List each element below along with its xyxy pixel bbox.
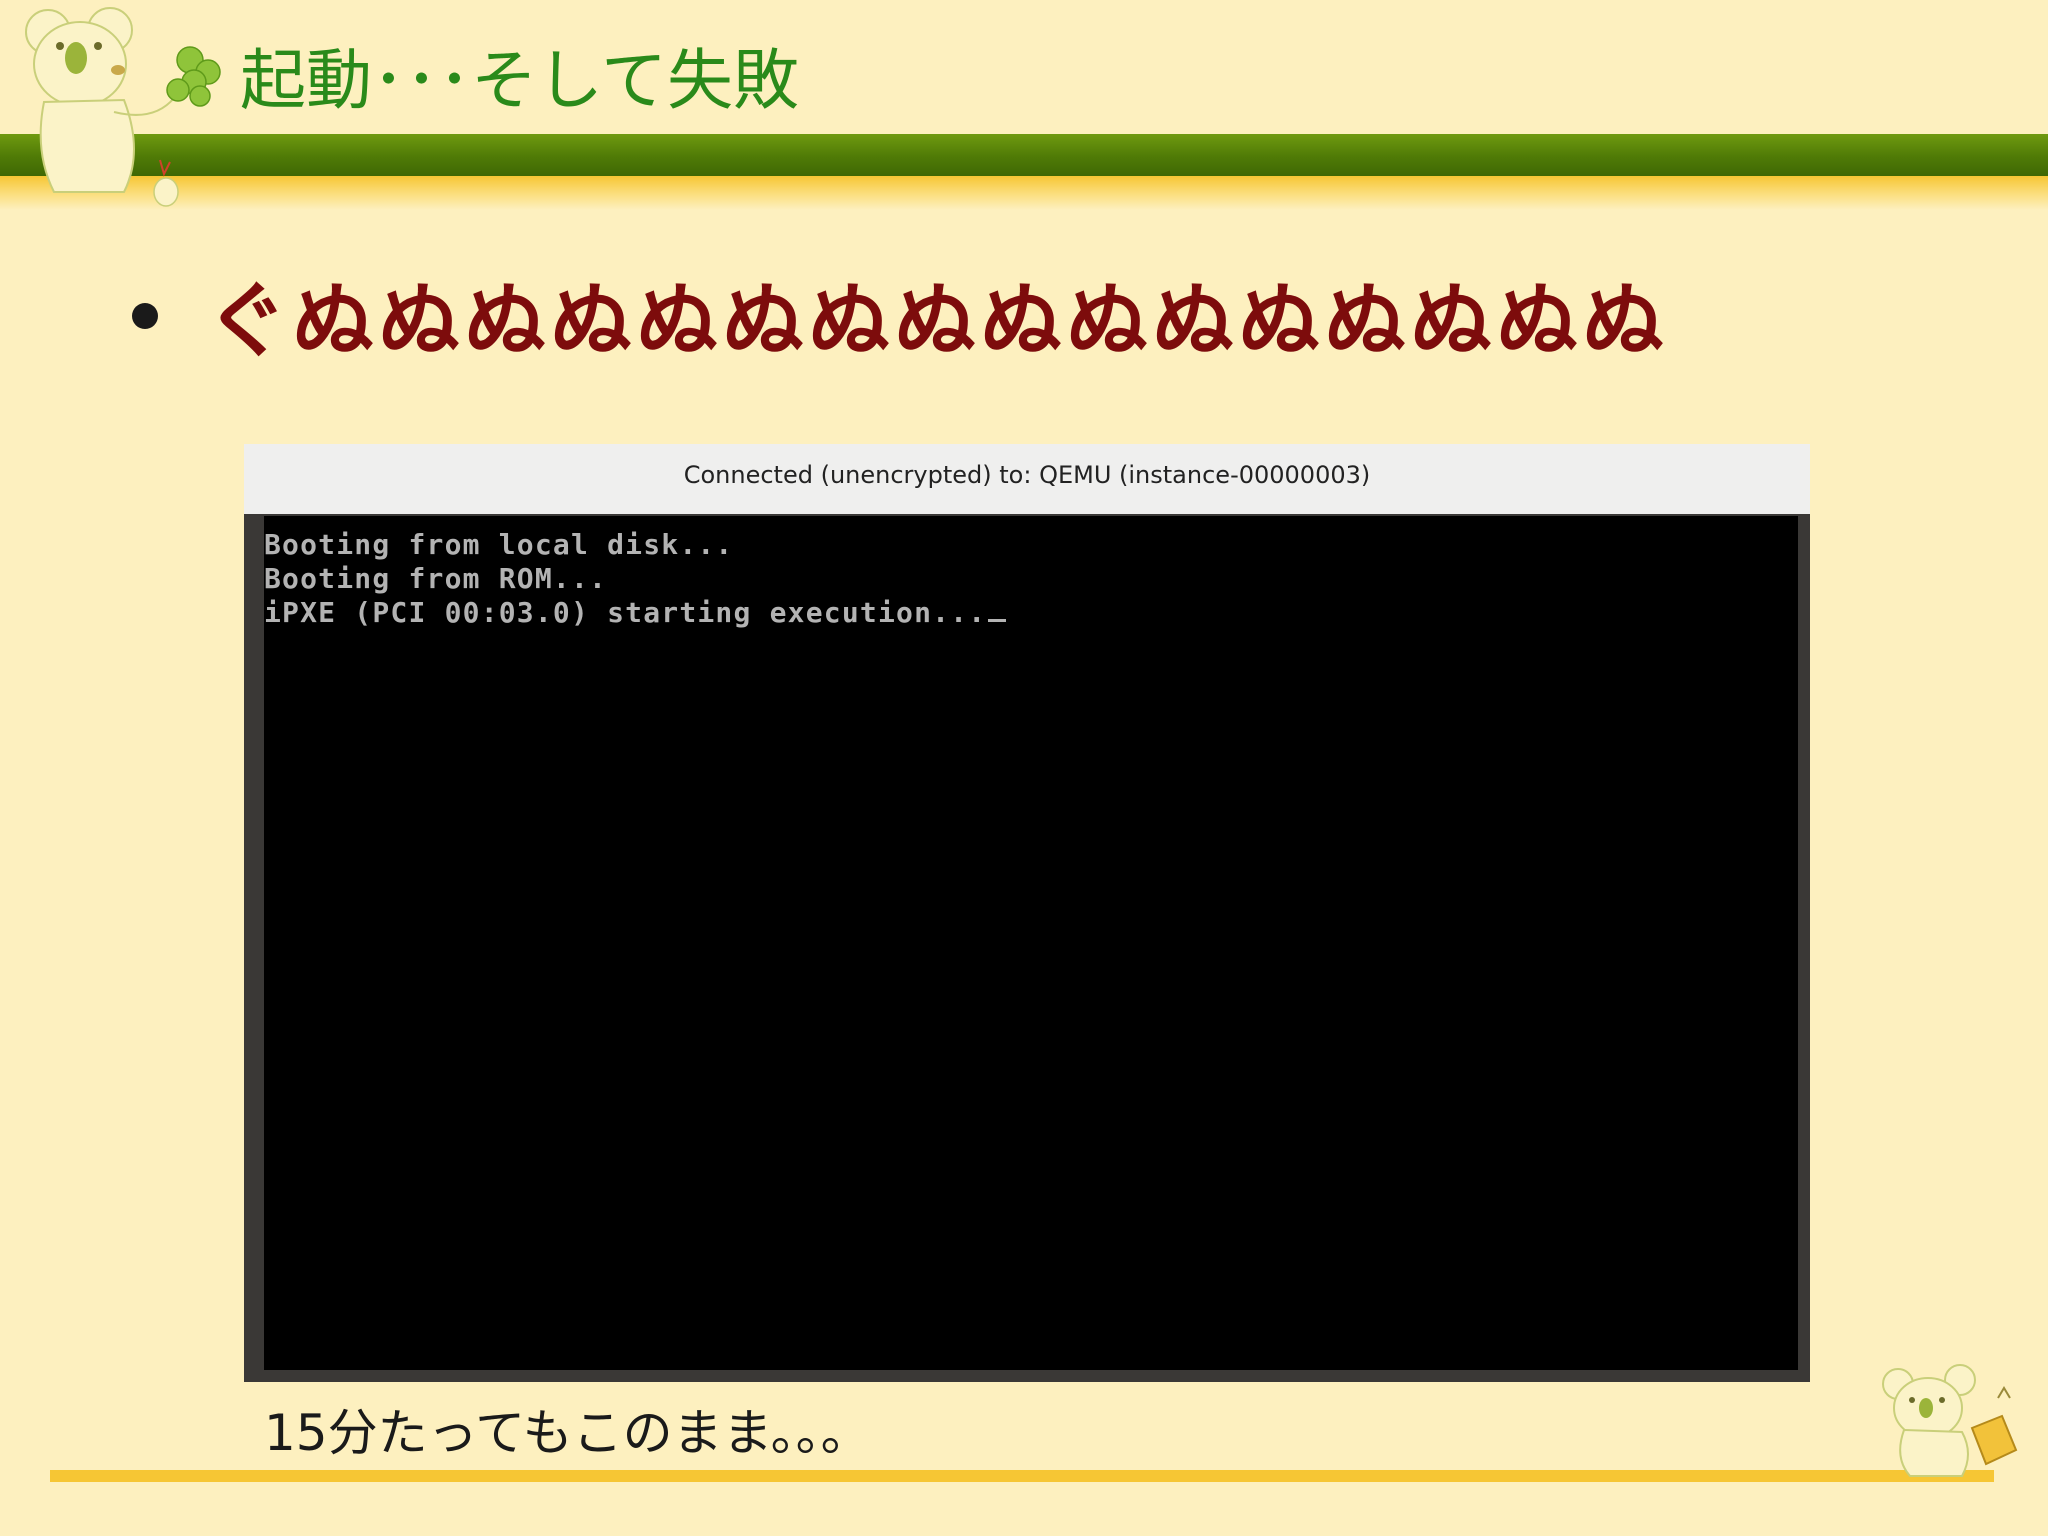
console-line-text: iPXE (PCI 00:03.0) starting execution... bbox=[264, 596, 987, 629]
vnc-connection-status: Connected (unencrypted) to: QEMU (instan… bbox=[244, 444, 1810, 514]
vnc-console-window: Connected (unencrypted) to: QEMU (instan… bbox=[244, 444, 1810, 1382]
text-cursor-icon bbox=[988, 619, 1007, 622]
header-green-band bbox=[0, 134, 2048, 176]
console-output: Booting from local disk... Booting from … bbox=[264, 528, 1007, 630]
slide-caption: 15分たってもこのまま。。。 bbox=[264, 1404, 871, 1462]
console-line: Booting from local disk... bbox=[264, 528, 734, 561]
console-line: Booting from ROM... bbox=[264, 562, 608, 595]
koala-mascot-bottom-icon bbox=[1882, 1364, 2018, 1477]
bullet-dot-icon bbox=[132, 303, 158, 329]
bullet-text: ぐぬぬぬぬぬぬぬぬぬぬぬぬぬぬぬぬ bbox=[206, 273, 1669, 369]
bullet-item: ぐぬぬぬぬぬぬぬぬぬぬぬぬぬぬぬぬ bbox=[132, 258, 1668, 369]
console-line-last: iPXE (PCI 00:03.0) starting execution... bbox=[264, 596, 1007, 630]
vnc-console-screen[interactable]: Booting from local disk... Booting from … bbox=[264, 516, 1798, 1370]
header-yellow-band bbox=[0, 176, 2048, 210]
koala-mascot-top-icon bbox=[25, 7, 221, 207]
slide-title: 起動･･･そして失敗 bbox=[240, 42, 800, 119]
footer-rule bbox=[50, 1470, 1994, 1482]
